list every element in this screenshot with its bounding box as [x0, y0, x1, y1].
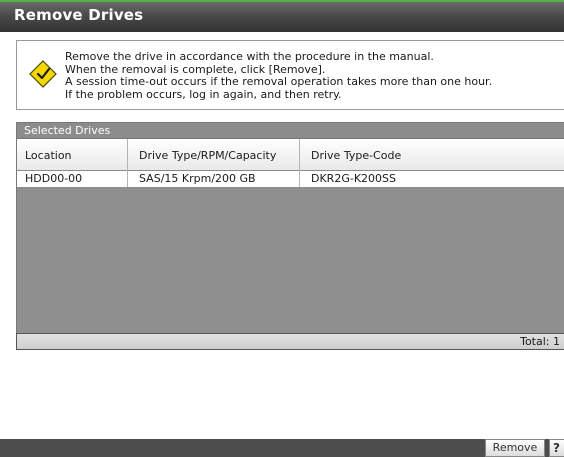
column-header-drive-type[interactable]: Drive Type/RPM/Capacity: [139, 149, 276, 162]
table-header: Location Drive Type/RPM/Capacity Drive T…: [16, 139, 564, 171]
notice-line: A session time-out occurs if the removal…: [65, 75, 493, 88]
selected-drives-header: Selected Drives: [16, 122, 564, 139]
notice-text: Remove the drive in accordance with the …: [65, 50, 493, 101]
notice-line: Remove the drive in accordance with the …: [65, 50, 434, 63]
table-empty-area: [16, 187, 564, 333]
notice-panel: Remove the drive in accordance with the …: [16, 40, 564, 110]
cell-drive-type-code: DKR2G-K200SS: [311, 172, 396, 185]
column-divider[interactable]: [127, 139, 128, 171]
column-header-drive-type-code[interactable]: Drive Type-Code: [311, 149, 401, 162]
table-row[interactable]: HDD00-00 SAS/15 Krpm/200 GB DKR2G-K200SS: [16, 171, 564, 187]
dialog-footer: [0, 439, 564, 457]
table-total-bar: Total: 1: [16, 333, 564, 350]
cell-drive-type: SAS/15 Krpm/200 GB: [139, 172, 256, 185]
column-divider[interactable]: [299, 139, 300, 171]
dialog-title: Remove Drives: [14, 6, 144, 24]
cell-location: HDD00-00: [25, 172, 83, 185]
column-header-location[interactable]: Location: [25, 149, 72, 162]
row-divider: [299, 171, 300, 187]
total-count: Total: 1: [520, 335, 560, 348]
warning-icon: [29, 60, 57, 88]
dialog-title-bar: Remove Drives: [0, 0, 564, 32]
row-divider: [127, 171, 128, 187]
selected-drives-title: Selected Drives: [24, 124, 111, 137]
notice-line: If the problem occurs, log in again, and…: [65, 87, 342, 101]
help-button[interactable]: ?: [549, 439, 564, 457]
remove-button[interactable]: Remove: [485, 439, 545, 457]
